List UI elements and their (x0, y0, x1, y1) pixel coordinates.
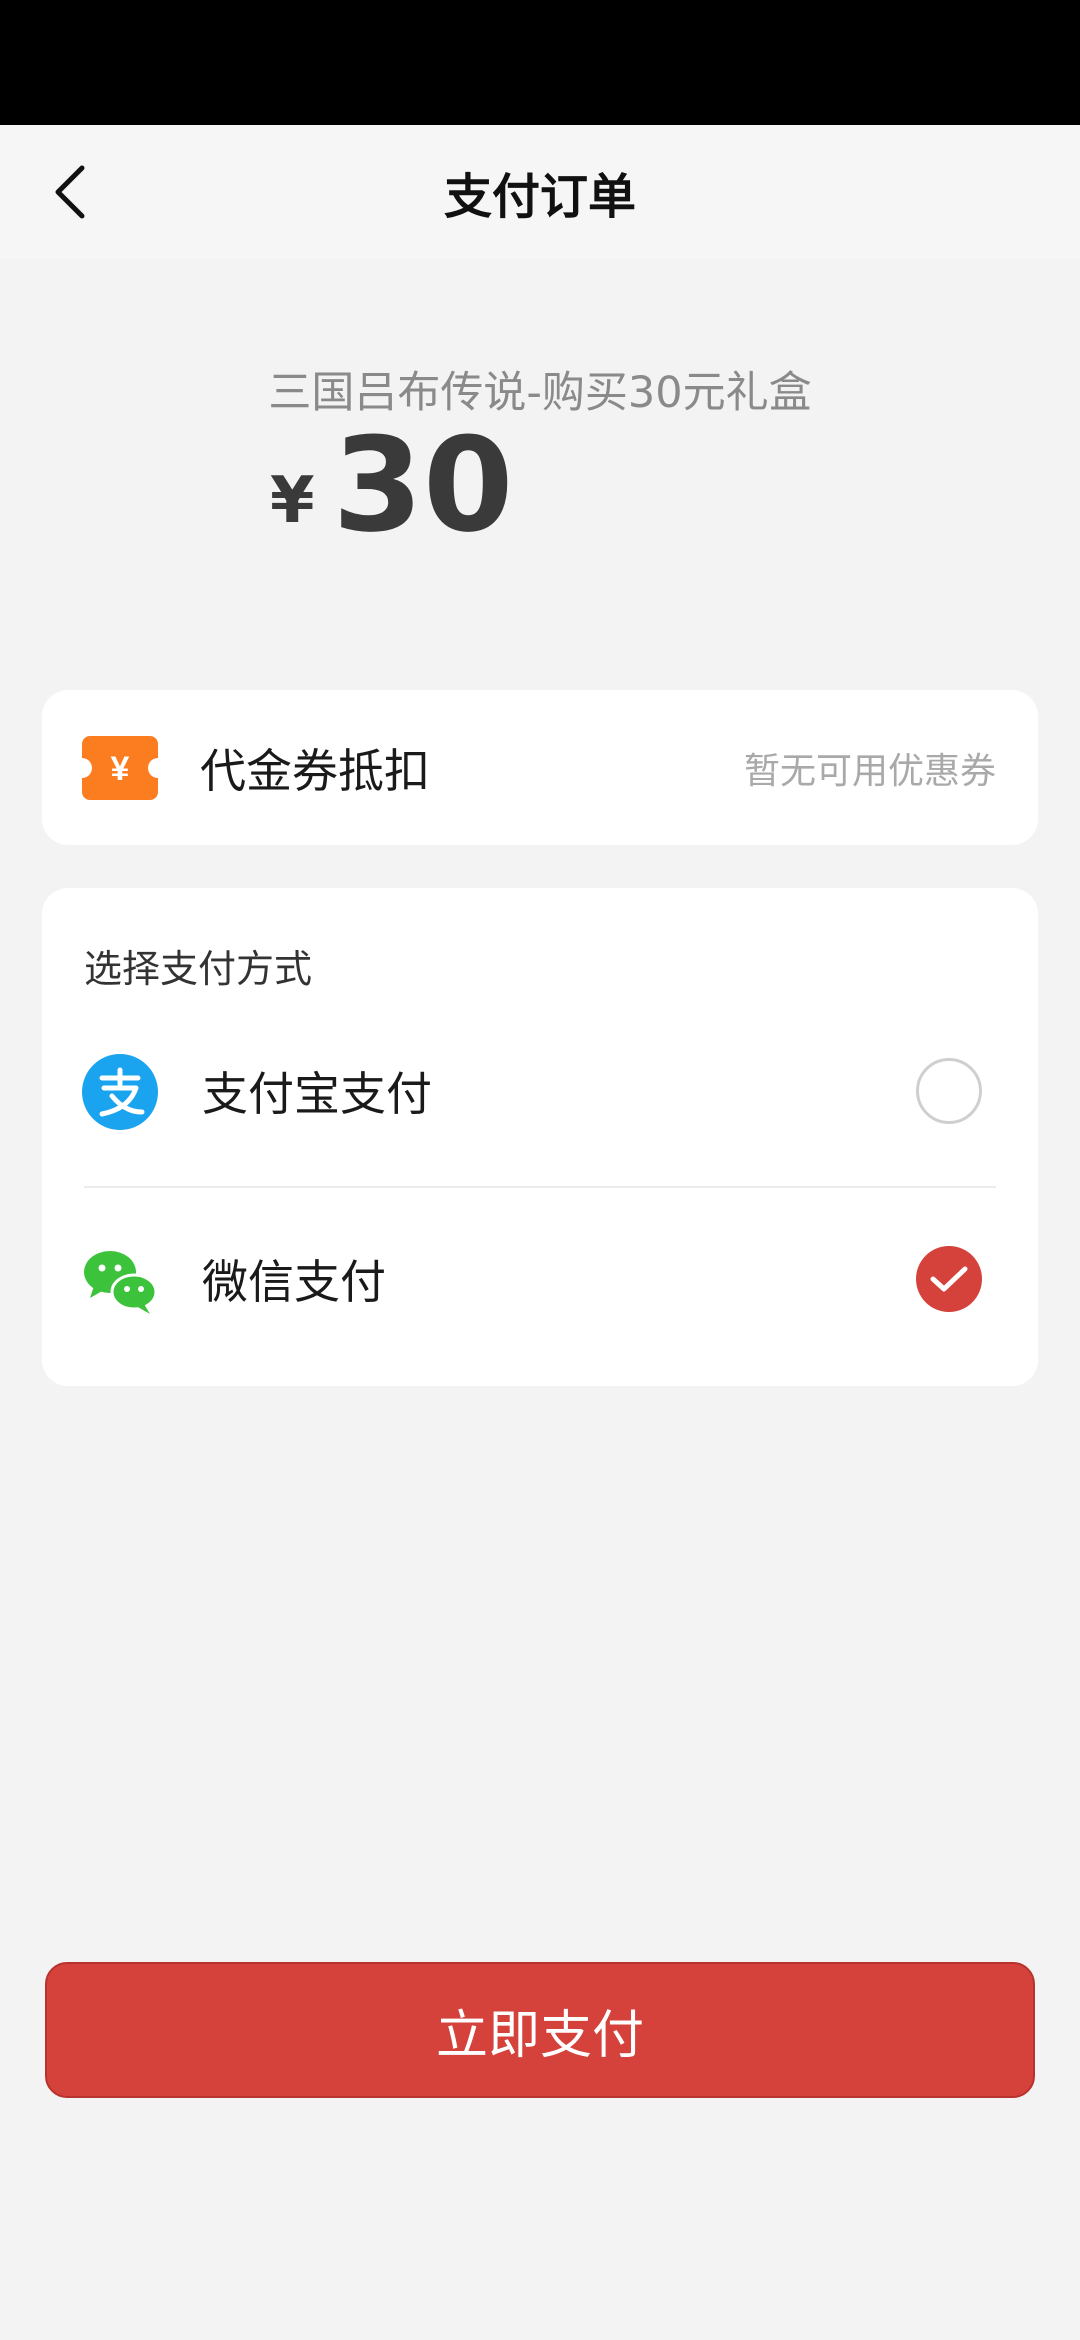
coupon-status: 暂无可用优惠券 (743, 750, 996, 792)
alipay-icon (82, 1054, 158, 1130)
product-name: 三国吕布传说-购买30元礼盒 (268, 368, 812, 418)
wechat-label: 微信支付 (202, 1255, 386, 1309)
payment-method-card: 选择支付方式 支付宝支付 微信支付 (42, 888, 1038, 1386)
payment-option-alipay[interactable]: 支付宝支付 (42, 1016, 1038, 1166)
coupon-card[interactable]: ¥ 代金券抵扣 暂无可用优惠券 (42, 690, 1038, 845)
checkmark-icon (930, 1266, 968, 1292)
pay-now-button[interactable]: 立即支付 (45, 1962, 1035, 2098)
coupon-icon-symbol: ¥ (111, 750, 130, 788)
alipay-radio[interactable] (916, 1058, 982, 1124)
coupon-ticket-icon: ¥ (82, 736, 158, 800)
price: ¥ 30 (270, 420, 513, 550)
wechat-radio[interactable] (916, 1246, 982, 1312)
page-title: 支付订单 (443, 169, 636, 225)
currency-symbol: ¥ (270, 464, 315, 538)
coupon-label: 代金券抵扣 (200, 743, 430, 798)
nav-bar: 支付订单 (0, 125, 1080, 259)
price-amount: 30 (332, 409, 514, 561)
alipay-label: 支付宝支付 (202, 1067, 432, 1121)
payment-heading: 选择支付方式 (84, 947, 313, 991)
payment-option-wechat[interactable]: 微信支付 (42, 1204, 1038, 1354)
divider (84, 1186, 996, 1188)
wechat-icon (84, 1251, 158, 1314)
status-bar (0, 0, 1080, 125)
